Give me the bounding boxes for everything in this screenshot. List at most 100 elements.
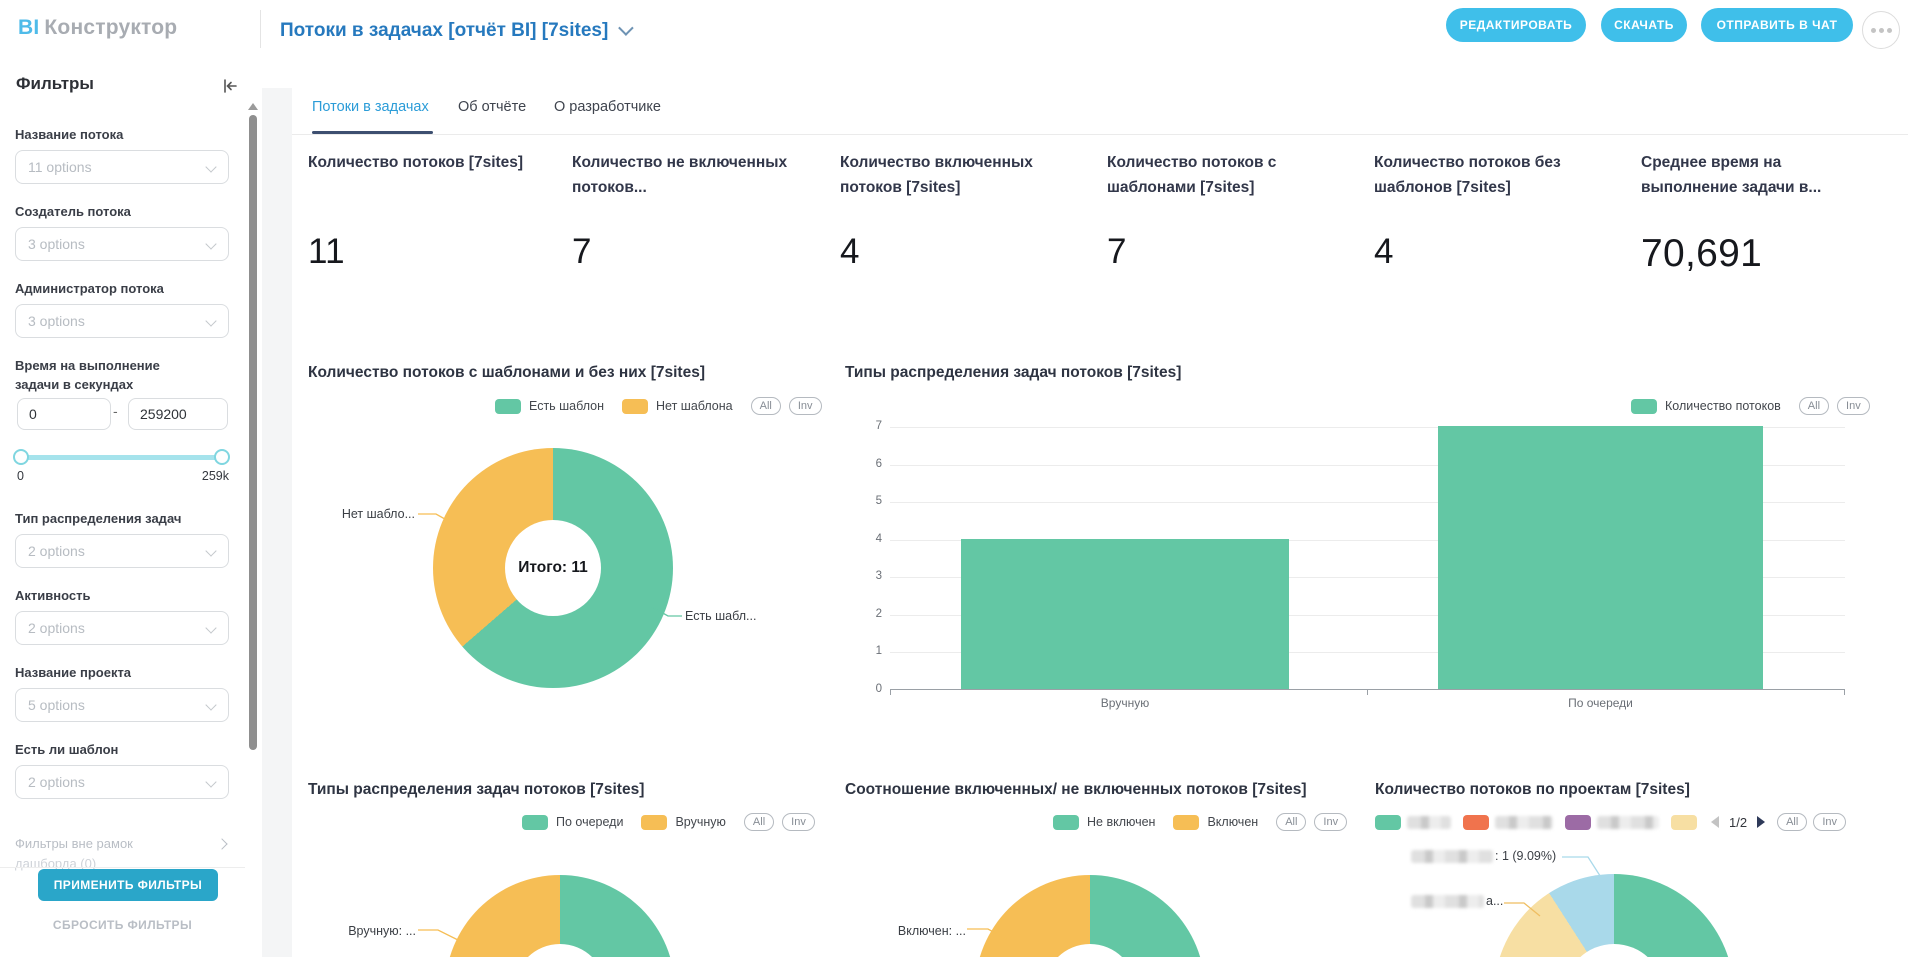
bar-Вручную[interactable] xyxy=(961,539,1289,689)
tab-about-report[interactable]: Об отчёте xyxy=(458,99,526,115)
legend-label[interactable]: Количество потоков xyxy=(1665,399,1781,413)
ellipsis-icon xyxy=(1871,28,1876,33)
x-axis-category-label: Вручную xyxy=(961,696,1289,710)
chevron-down-icon xyxy=(205,699,216,710)
legend-swatch[interactable] xyxy=(1173,815,1199,830)
legend-label[interactable]: Включен xyxy=(1207,815,1258,829)
filter-select-has-template[interactable]: 2 options xyxy=(15,765,229,799)
legend-next-page-arrow[interactable] xyxy=(1757,816,1765,828)
filters-panel-title: Фильтры xyxy=(16,74,94,94)
redacted-callout-text xyxy=(1411,850,1493,863)
report-title-dropdown[interactable]: Потоки в задачах [отчёт BI] [7sites] xyxy=(280,20,630,42)
legend-swatch[interactable] xyxy=(622,399,648,414)
bar-chart-plot[interactable]: 01234567ВручнуюПо очереди xyxy=(890,427,1845,690)
x-axis-category-label: По очереди xyxy=(1438,696,1763,710)
send-to-chat-button[interactable]: ОТПРАВИТЬ В ЧАТ xyxy=(1701,8,1853,42)
legend-swatch[interactable] xyxy=(1631,399,1657,414)
active-tab-underline xyxy=(312,131,433,134)
kpi-card: Количество не включенных потоков... 7 xyxy=(572,150,807,200)
filter-select-flow-name[interactable]: 11 options xyxy=(15,150,229,184)
range-separator: - xyxy=(113,403,118,419)
outer-filters-link[interactable]: Фильтры вне рамок xyxy=(15,836,133,851)
filter-select-project-name[interactable]: 5 options xyxy=(15,688,229,722)
legend-label[interactable]: По очереди xyxy=(556,815,623,829)
filter-select-flow-creator[interactable]: 3 options xyxy=(15,227,229,261)
kpi-title: Количество включенных потоков [7sites] xyxy=(840,150,1075,200)
y-axis-tick-label: 3 xyxy=(858,570,882,582)
legend-swatch[interactable] xyxy=(1671,815,1697,830)
sidebar-scrollbar[interactable] xyxy=(249,115,257,750)
sidebar-footer-divider xyxy=(0,867,245,868)
legend-label[interactable]: Нет шаблона xyxy=(656,399,733,413)
filter-select-distribution-type[interactable]: 2 options xyxy=(15,534,229,568)
filter-select-activity[interactable]: 2 options xyxy=(15,611,229,645)
redacted-legend-label[interactable] xyxy=(1495,816,1553,829)
redacted-legend-label[interactable] xyxy=(1597,816,1659,829)
more-options-button[interactable] xyxy=(1862,11,1900,49)
donut-callout: Включен: ... xyxy=(880,924,966,938)
filter-label: Название проекта xyxy=(15,665,131,680)
slider-handle-min[interactable] xyxy=(13,449,29,465)
legend-prev-page-arrow[interactable] xyxy=(1711,816,1719,828)
legend-swatch[interactable] xyxy=(1565,815,1591,830)
projects-donut-chart[interactable] xyxy=(1494,874,1734,957)
legend-all-button[interactable]: All xyxy=(751,397,781,415)
sidebar-scroll-up-arrow[interactable] xyxy=(248,103,258,110)
legend-label[interactable]: Есть шаблон xyxy=(529,399,604,413)
time-filter-label-2: задачи в секундах xyxy=(15,377,133,392)
legend-inv-button[interactable]: Inv xyxy=(1813,813,1846,831)
chevron-down-icon xyxy=(205,315,216,326)
content-left-gutter xyxy=(262,88,292,957)
slider-handle-max[interactable] xyxy=(214,449,230,465)
filter-label: Тип распределения задач xyxy=(15,511,181,526)
time-filter-label: Время на выполнение xyxy=(15,358,160,373)
legend-swatch[interactable] xyxy=(522,815,548,830)
slider-max-label: 259k xyxy=(185,469,229,483)
legend-swatch[interactable] xyxy=(1375,815,1401,830)
donut-callout: Нет шабло... xyxy=(325,507,415,521)
legend-all-button[interactable]: All xyxy=(1799,397,1829,415)
chevron-right-icon[interactable] xyxy=(216,838,227,849)
edit-button[interactable]: РЕДАКТИРОВАТЬ xyxy=(1446,8,1586,42)
legend-label[interactable]: Не включен xyxy=(1087,815,1155,829)
time-from-input[interactable]: 0 xyxy=(17,398,111,430)
legend-swatch[interactable] xyxy=(1463,815,1489,830)
legend-inv-button[interactable]: Inv xyxy=(1314,813,1347,831)
distribution-donut-chart[interactable] xyxy=(445,875,675,957)
legend-inv-button[interactable]: Inv xyxy=(782,813,815,831)
filter-label: Есть ли шаблон xyxy=(15,742,118,757)
apply-filters-button[interactable]: ПРИМЕНИТЬ ФИЛЬТРЫ xyxy=(38,869,218,901)
kpi-card: Количество потоков с шаблонами [7sites] … xyxy=(1107,150,1342,200)
redacted-callout-text xyxy=(1411,895,1484,908)
redacted-legend-label[interactable] xyxy=(1407,816,1451,829)
legend-label[interactable]: Вручную xyxy=(675,815,725,829)
legend-swatch[interactable] xyxy=(495,399,521,414)
reset-filters-button[interactable]: СБРОСИТЬ ФИЛЬТРЫ xyxy=(0,918,245,932)
bar-По очереди[interactable] xyxy=(1438,426,1763,689)
chevron-down-icon xyxy=(205,161,216,172)
time-to-input[interactable]: 259200 xyxy=(128,398,228,430)
slider-min-label: 0 xyxy=(17,469,24,483)
kpi-card: Количество потоков без шаблонов [7sites]… xyxy=(1374,150,1609,200)
tab-flows-in-tasks[interactable]: Потоки в задачах xyxy=(312,99,429,115)
legend-all-button[interactable]: All xyxy=(1777,813,1807,831)
time-range-slider[interactable] xyxy=(17,455,223,460)
legend-all-button[interactable]: All xyxy=(1276,813,1306,831)
enabled-donut-chart[interactable] xyxy=(975,875,1205,957)
y-axis-tick-label: 6 xyxy=(858,458,882,470)
legend-swatch[interactable] xyxy=(1053,815,1079,830)
kpi-title: Количество не включенных потоков... xyxy=(572,150,807,200)
legend-inv-button[interactable]: Inv xyxy=(1837,397,1870,415)
legend-swatch[interactable] xyxy=(641,815,667,830)
collapse-sidebar-icon[interactable] xyxy=(221,77,239,95)
donut-callout: Есть шабл... xyxy=(685,609,756,623)
kpi-title: Количество потоков [7sites] xyxy=(308,150,543,200)
legend-projects-donut: 1/2 All Inv xyxy=(1375,812,1846,832)
tab-about-developer[interactable]: О разработчике xyxy=(554,99,661,115)
download-button[interactable]: СКАЧАТЬ xyxy=(1601,8,1687,42)
legend-templates-donut: Есть шаблон Нет шаблона All Inv xyxy=(495,396,822,416)
legend-inv-button[interactable]: Inv xyxy=(789,397,822,415)
legend-all-button[interactable]: All xyxy=(744,813,774,831)
templates-donut-chart[interactable]: Итого: 11 xyxy=(433,448,673,688)
filter-select-flow-admin[interactable]: 3 options xyxy=(15,304,229,338)
